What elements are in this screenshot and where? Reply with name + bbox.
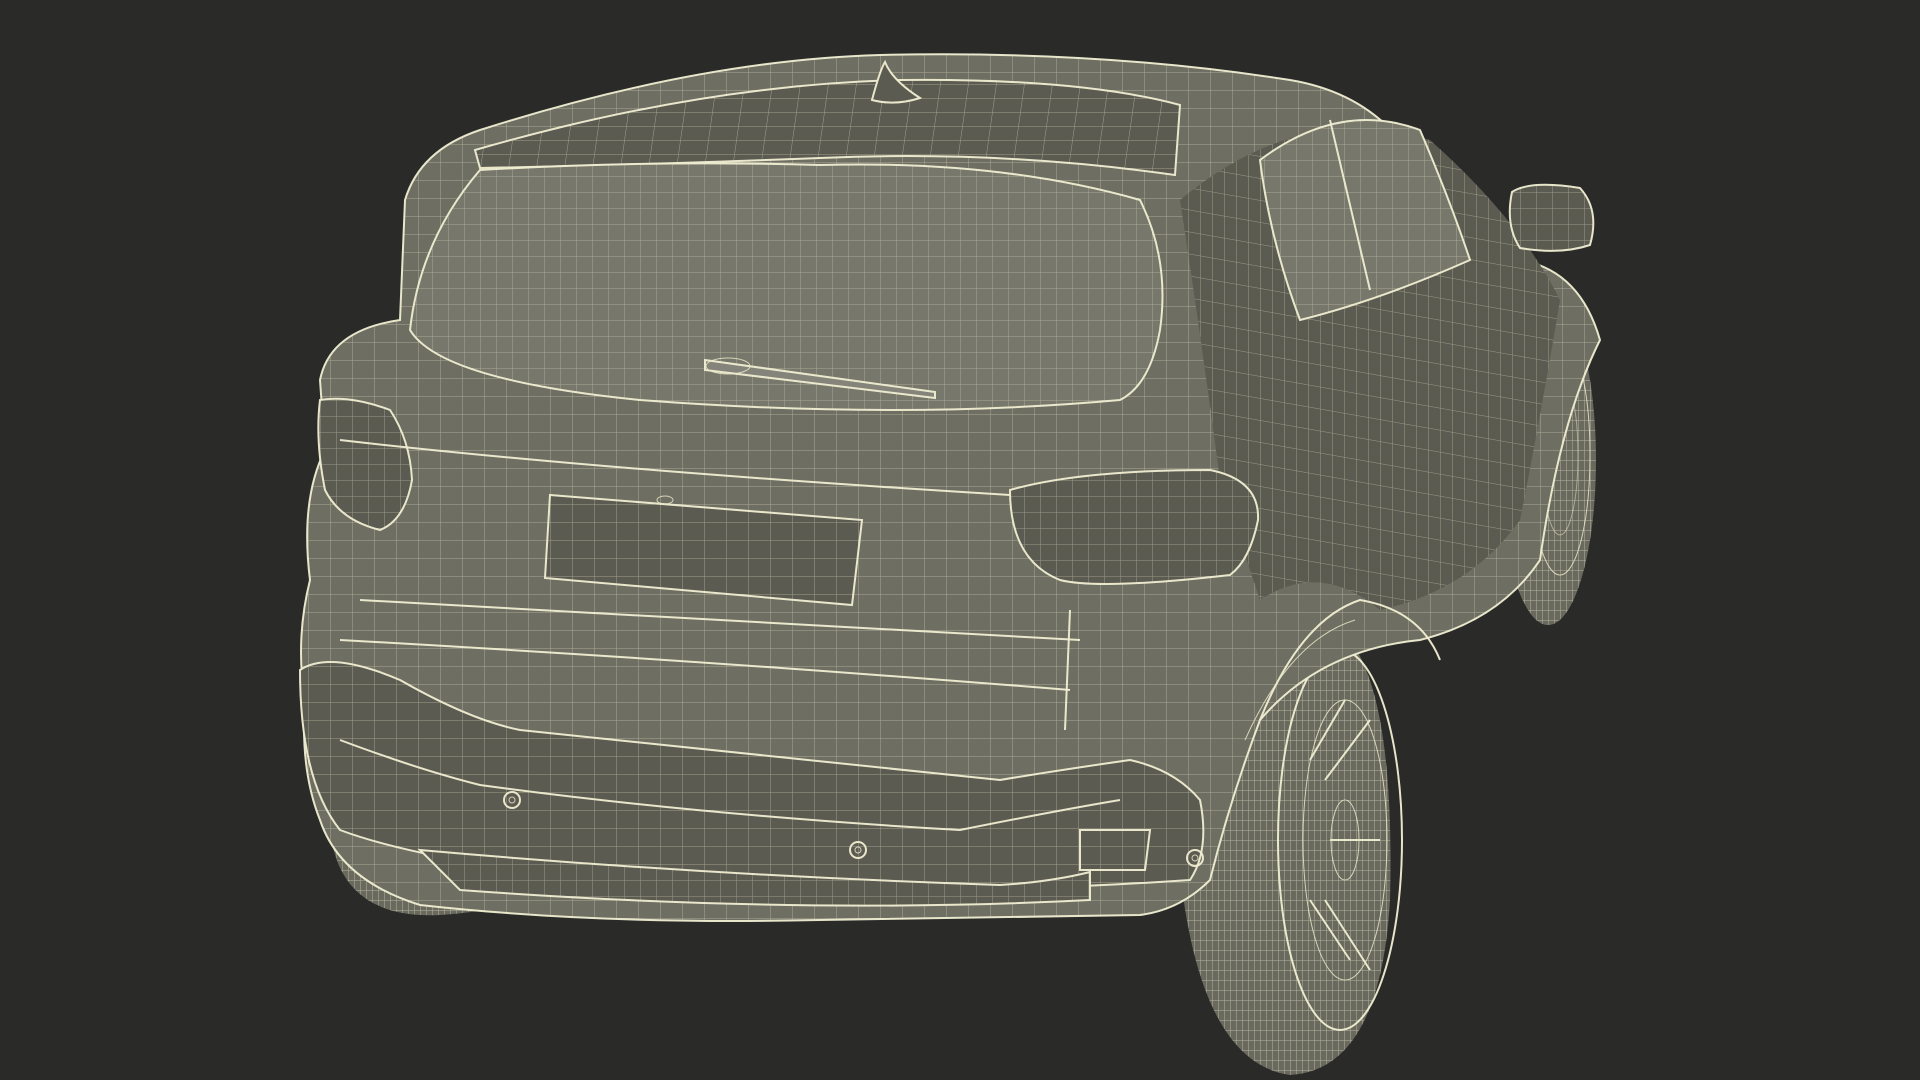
right-tail-light — [1008, 468, 1260, 585]
render-viewport — [0, 0, 1920, 1080]
side-mirror — [1508, 183, 1595, 252]
wireframe-render — [298, 53, 1602, 1075]
